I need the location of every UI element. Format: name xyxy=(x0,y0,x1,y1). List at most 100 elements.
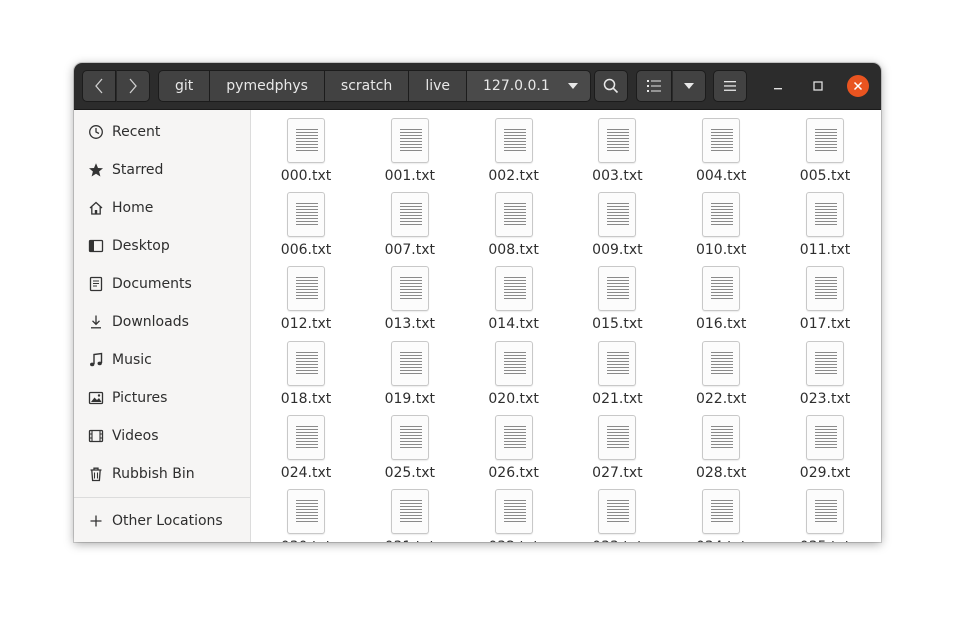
file-item[interactable]: 023.txt xyxy=(773,333,877,407)
caret-down-icon xyxy=(567,83,578,89)
file-name: 022.txt xyxy=(695,390,747,407)
download-icon xyxy=(88,314,104,330)
text-file-icon xyxy=(806,192,844,238)
breadcrumb-item-pymedphys[interactable]: pymedphys xyxy=(210,70,325,102)
file-item[interactable]: 034.txt xyxy=(669,481,773,542)
file-item[interactable]: 014.txt xyxy=(462,258,566,332)
text-file-icon xyxy=(287,118,325,163)
file-item[interactable]: 006.txt xyxy=(254,184,358,258)
file-item[interactable]: 007.txt xyxy=(358,184,462,258)
file-item[interactable]: 026.txt xyxy=(462,407,566,481)
file-name: 012.txt xyxy=(280,316,332,333)
breadcrumb-label: live xyxy=(425,78,450,94)
sidebar-item-recent[interactable]: Recent xyxy=(74,113,250,151)
sidebar-item-rubbish-bin[interactable]: Rubbish Bin xyxy=(74,455,250,493)
text-file-icon xyxy=(390,340,429,386)
view-list-button[interactable] xyxy=(636,70,672,102)
chevron-left-icon xyxy=(94,78,104,94)
file-item[interactable]: 033.txt xyxy=(565,481,669,542)
breadcrumb-item-current[interactable]: 127.0.0.1 xyxy=(467,70,591,102)
sidebar-item-pictures[interactable]: Pictures xyxy=(74,379,250,417)
file-item[interactable]: 032.txt xyxy=(462,481,566,542)
view-options-button[interactable] xyxy=(672,70,706,102)
sidebar-item-documents[interactable]: Documents xyxy=(74,265,250,303)
file-item[interactable]: 020.txt xyxy=(462,333,566,407)
sidebar-item-label: Starred xyxy=(112,162,164,178)
breadcrumb-item-scratch[interactable]: scratch xyxy=(324,70,410,102)
sidebar-item-starred[interactable]: Starred xyxy=(74,151,250,189)
file-name: 031.txt xyxy=(385,539,435,542)
file-item[interactable]: 013.txt xyxy=(358,258,462,332)
file-item[interactable]: 024.txt xyxy=(254,407,358,481)
maximize-button[interactable] xyxy=(807,75,829,97)
back-button[interactable] xyxy=(82,70,116,102)
breadcrumb-item-live[interactable]: live xyxy=(409,70,467,102)
file-name: 010.txt xyxy=(695,242,747,259)
file-item[interactable]: 018.txt xyxy=(254,333,358,407)
file-item[interactable]: 012.txt xyxy=(254,258,358,332)
file-name: 033.txt xyxy=(592,539,642,542)
file-name: 005.txt xyxy=(799,168,851,184)
file-item[interactable]: 027.txt xyxy=(565,407,669,481)
file-item[interactable]: 022.txt xyxy=(669,333,773,407)
sidebar-item-label: Desktop xyxy=(112,238,170,254)
file-item[interactable]: 008.txt xyxy=(462,184,566,258)
file-item[interactable]: 019.txt xyxy=(358,333,462,407)
text-file-icon xyxy=(287,340,325,386)
sidebar-item-label: Documents xyxy=(112,276,192,292)
sidebar-item-other-locations[interactable]: Other Locations xyxy=(74,502,250,540)
file-item[interactable]: 015.txt xyxy=(565,258,669,332)
text-file-icon xyxy=(598,266,637,312)
text-file-icon xyxy=(702,266,741,312)
file-item[interactable]: 028.txt xyxy=(669,407,773,481)
file-item[interactable]: 021.txt xyxy=(565,333,669,407)
text-file-icon xyxy=(702,414,741,460)
text-file-icon xyxy=(598,489,637,534)
file-item[interactable]: 029.txt xyxy=(773,407,877,481)
music-icon xyxy=(88,352,104,368)
main-menu-button[interactable] xyxy=(713,70,747,102)
breadcrumb-item-git[interactable]: git xyxy=(158,70,211,102)
file-item[interactable]: 031.txt xyxy=(358,481,462,542)
file-item[interactable]: 017.txt xyxy=(773,258,877,332)
hamburger-icon xyxy=(724,81,736,91)
file-item[interactable]: 001.txt xyxy=(358,110,462,184)
sidebar-item-label: Home xyxy=(112,200,154,216)
document-icon xyxy=(88,276,104,292)
file-item[interactable]: 030.txt xyxy=(254,481,358,542)
search-button[interactable] xyxy=(594,70,628,102)
file-item[interactable]: 003.txt xyxy=(565,110,669,184)
sidebar-item-desktop[interactable]: Desktop xyxy=(74,227,250,265)
file-item[interactable]: 025.txt xyxy=(358,407,462,481)
file-item[interactable]: 009.txt xyxy=(565,184,669,258)
file-item[interactable]: 000.txt xyxy=(254,110,358,184)
sidebar-item-downloads[interactable]: Downloads xyxy=(74,303,250,341)
sidebar-item-videos[interactable]: Videos xyxy=(74,417,250,455)
file-item[interactable]: 011.txt xyxy=(773,184,877,258)
close-button[interactable] xyxy=(847,75,869,97)
forward-button[interactable] xyxy=(116,70,150,102)
file-item[interactable]: 004.txt xyxy=(669,110,773,184)
file-item[interactable]: 005.txt xyxy=(773,110,877,184)
text-file-icon xyxy=(390,489,429,534)
file-item[interactable]: 016.txt xyxy=(669,258,773,332)
sidebar-item-label: Other Locations xyxy=(112,513,223,529)
file-item[interactable]: 002.txt xyxy=(462,110,566,184)
file-item[interactable]: 010.txt xyxy=(669,184,773,258)
text-file-icon xyxy=(702,118,741,163)
sidebar-item-home[interactable]: Home xyxy=(74,189,250,227)
desktop-icon xyxy=(88,238,104,254)
places-sidebar: Recent Starred Home Desktop Documents Do… xyxy=(74,110,251,542)
sidebar-item-music[interactable]: Music xyxy=(74,341,250,379)
file-item[interactable]: 035.txt xyxy=(773,481,877,542)
file-manager-window: git pymedphys scratch live 127.0.0.1 Rec… xyxy=(74,63,881,542)
file-name: 017.txt xyxy=(799,316,851,333)
text-file-icon xyxy=(390,192,429,238)
file-name: 006.txt xyxy=(280,242,332,259)
trash-icon xyxy=(88,466,104,482)
file-name: 014.txt xyxy=(488,316,539,333)
file-name: 016.txt xyxy=(695,316,747,333)
text-file-icon xyxy=(806,118,844,163)
minimize-button[interactable] xyxy=(767,75,789,97)
sidebar-item-label: Pictures xyxy=(112,390,168,406)
